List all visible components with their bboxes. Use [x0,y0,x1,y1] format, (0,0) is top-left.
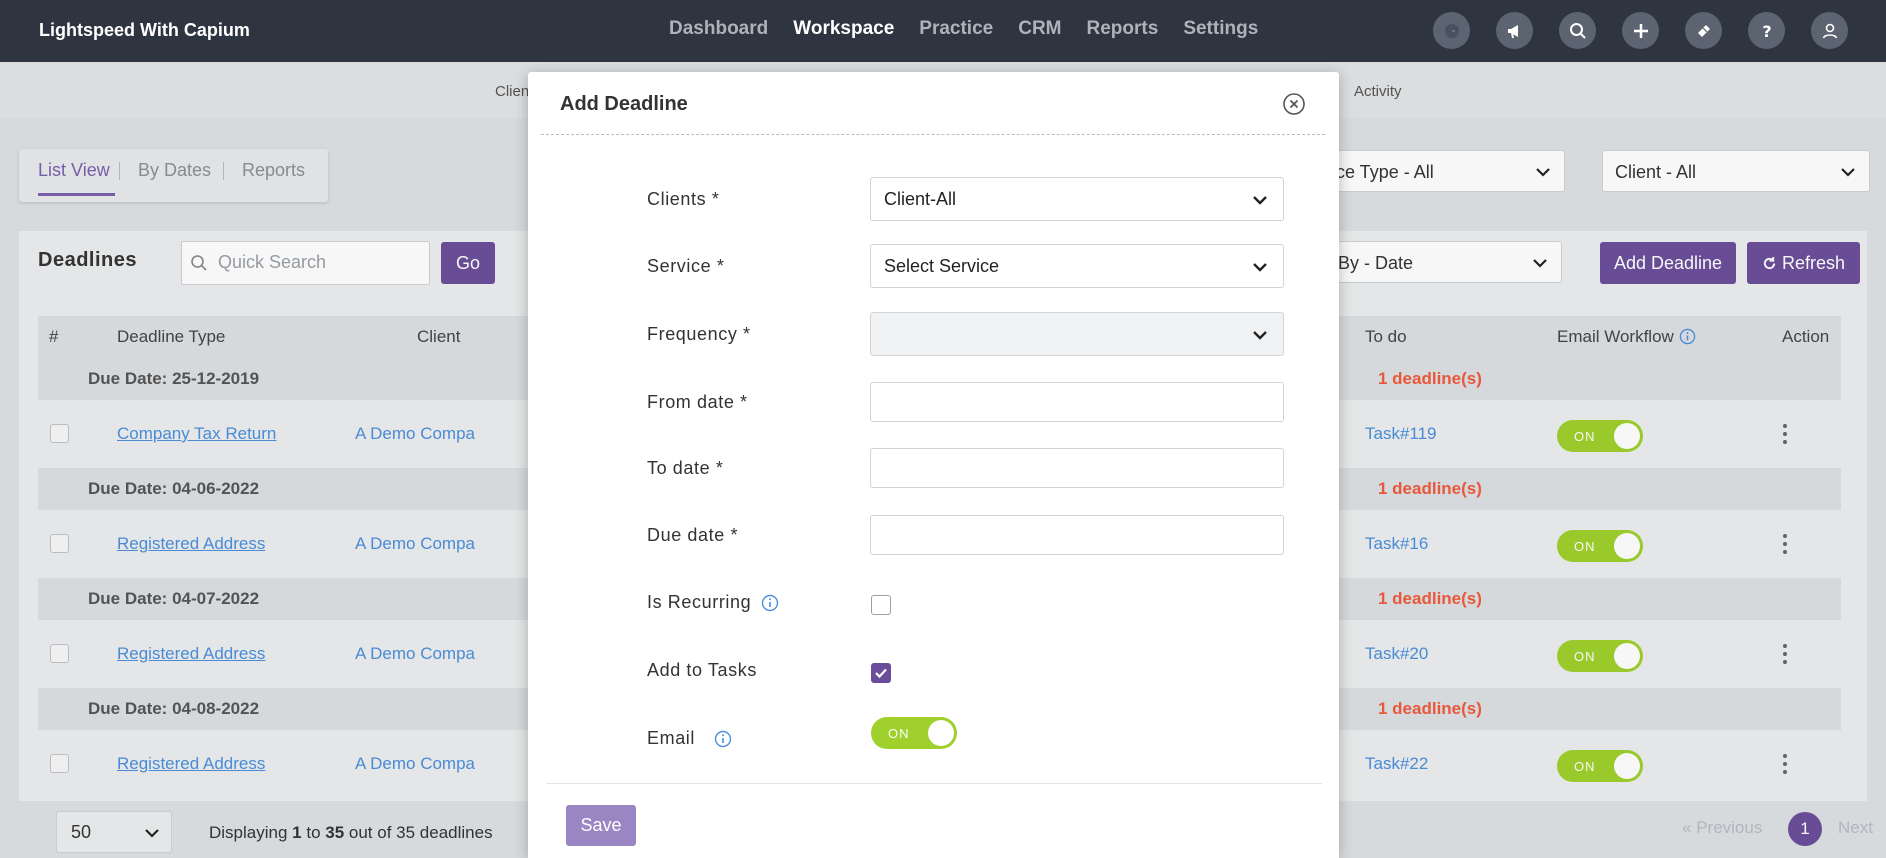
toggle-knob [928,720,954,746]
info-icon[interactable] [761,594,779,612]
megaphone-icon[interactable] [1496,12,1533,49]
clients-value: Client-All [884,189,957,209]
service-select[interactable]: Select Service [870,244,1284,288]
add-deadline-modal: Add Deadline Clients * Client-All Servic… [528,72,1339,858]
nav-workspace[interactable]: Workspace [793,18,894,40]
from-date-input[interactable] [870,382,1284,422]
nav-dashboard[interactable]: Dashboard [669,18,768,40]
save-button[interactable]: Save [566,805,636,846]
search-icon[interactable] [1559,12,1596,49]
close-icon[interactable] [1282,92,1306,116]
from-date-label: From date * [647,392,748,412]
nav-crm[interactable]: CRM [1018,18,1061,40]
to-date-input[interactable] [870,448,1284,488]
chevron-down-icon [1253,331,1267,340]
due-date-label: Due date * [647,525,739,545]
toggle-label: ON [888,726,910,741]
service-label: Service * [647,256,725,276]
brand-name: Lightspeed With Capium [39,20,250,40]
frequency-label: Frequency * [647,324,751,344]
modal-footer-divider [546,783,1322,784]
clients-select[interactable]: Client-All [870,177,1284,221]
ticket-icon[interactable] [1685,12,1722,49]
is-recurring-label: Is Recurring [647,592,752,612]
to-date-label: To date * [647,458,724,478]
chevron-down-icon [1253,263,1267,272]
frequency-select[interactable] [870,312,1284,356]
main-nav: Dashboard Workspace Practice CRM Reports… [669,18,1258,40]
svg-text:?: ? [1762,22,1771,41]
google-icon[interactable] [1433,12,1470,49]
add-to-tasks-checkbox[interactable] [871,663,891,683]
email-label: Email [647,728,696,748]
add-to-tasks-label: Add to Tasks [647,660,757,680]
is-recurring-checkbox[interactable] [871,595,891,615]
modal-title: Add Deadline [560,93,688,115]
due-date-input[interactable] [870,515,1284,555]
help-icon[interactable]: ? [1748,12,1785,49]
nav-reports[interactable]: Reports [1087,18,1159,40]
service-value: Select Service [884,256,1000,276]
top-navbar: Lightspeed With Capium Dashboard Workspa… [0,0,1886,62]
modal-divider [541,134,1325,135]
user-icon[interactable] [1811,12,1848,49]
email-toggle[interactable]: ON [871,717,957,749]
clients-label: Clients * [647,189,720,209]
nav-practice[interactable]: Practice [919,18,993,40]
plus-icon[interactable] [1622,12,1659,49]
check-icon [875,668,887,679]
nav-settings[interactable]: Settings [1183,18,1258,40]
chevron-down-icon [1253,196,1267,205]
info-icon[interactable] [714,730,732,748]
